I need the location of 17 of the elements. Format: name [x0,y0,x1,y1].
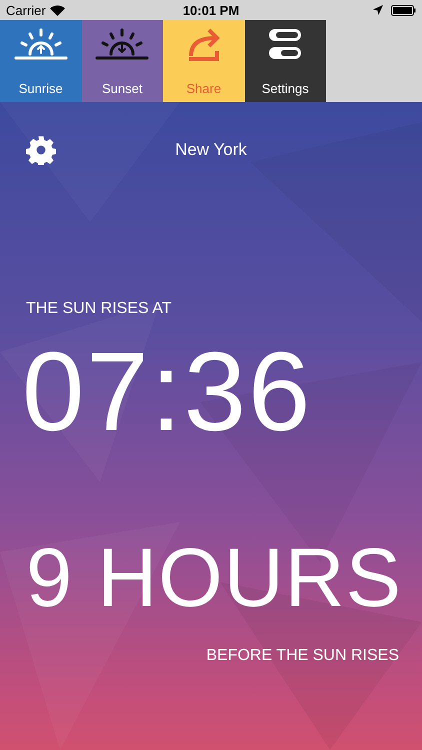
toolbar-tab[interactable]: Sunrise [0,20,82,102]
sunrise-icon [12,26,69,62]
battery-icon [391,4,416,16]
sunrise-caption: THE SUN RISES AT [26,300,173,318]
carrier-name: Carrier [6,2,46,18]
wifi-icon [50,4,65,16]
countdown-caption: BEFORE THE SUN RISES [206,647,399,665]
location-arrow-icon [373,5,383,15]
location-name: New York [175,140,247,160]
status-time: 10:01 PM [182,2,240,18]
toggles-icon [267,26,304,62]
toolbar-tab[interactable]: Sunset [82,20,163,102]
toolbar-tab[interactable]: Settings [244,20,326,102]
countdown-hours: 9 HOURS [26,536,403,619]
sunset-icon [94,26,150,62]
sunrise-time: 07:36 [22,336,314,448]
settings-icon[interactable] [26,135,56,165]
